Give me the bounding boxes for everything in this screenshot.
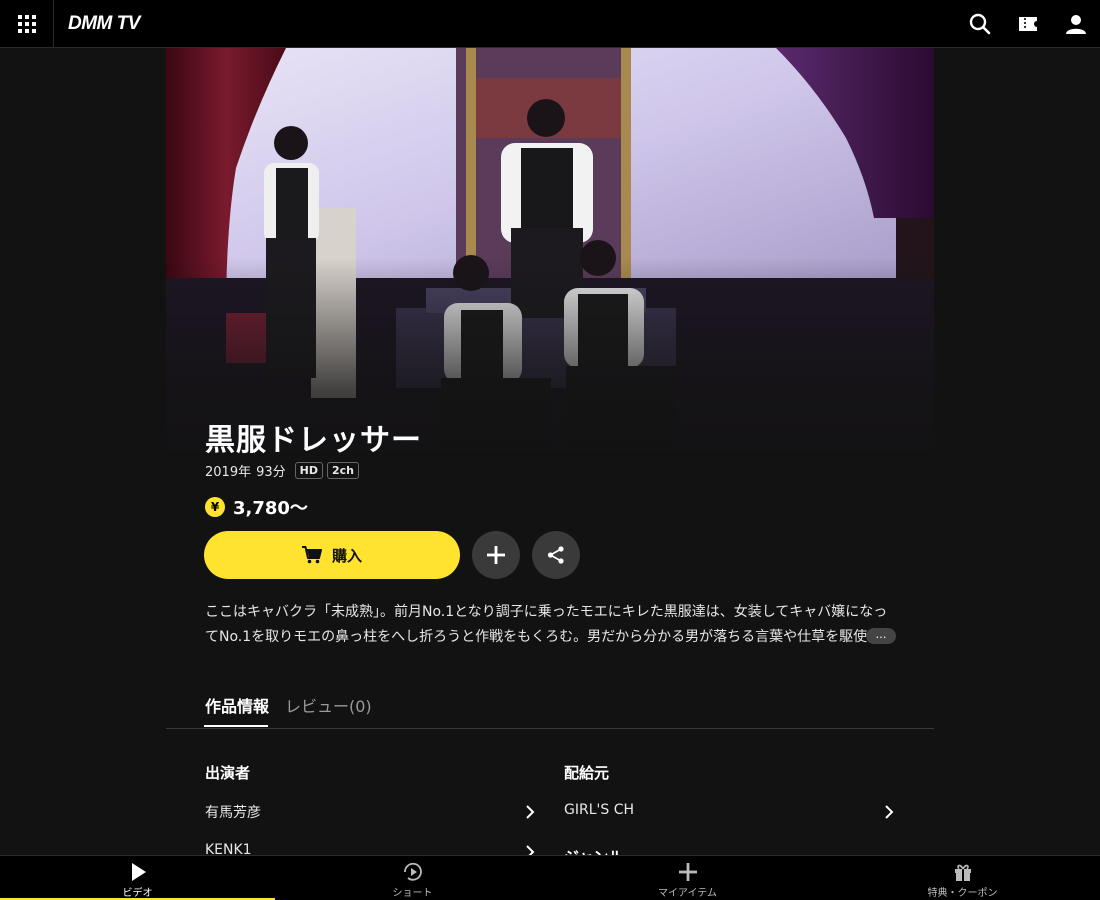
cast-name: 有馬芳彦 <box>205 805 261 821</box>
buy-button[interactable]: 購入 <box>204 531 460 579</box>
video-title: 黒服ドレッサー <box>205 423 422 458</box>
chevron-right-icon <box>526 805 535 819</box>
distributor-name: GIRL'S CH <box>564 802 634 818</box>
add-to-list-button[interactable] <box>472 531 520 579</box>
detail-tabs: 作品情報 レビュー(0) <box>166 685 934 729</box>
nav-video[interactable]: ビデオ <box>0 856 275 900</box>
duration: 93分 <box>256 465 286 480</box>
dmm-tv-logo[interactable]: DMM TV <box>68 13 140 35</box>
tab-info[interactable]: 作品情報 <box>205 693 269 717</box>
share-icon <box>547 546 564 564</box>
cast-heading: 出演者 <box>205 764 251 782</box>
price-value: 3,780〜 <box>233 498 308 519</box>
cart-icon <box>301 546 322 564</box>
audio-badge: 2ch <box>326 462 359 479</box>
release-year: 2019年 <box>205 465 252 480</box>
bottom-navigation: ビデオ ショート マイアイテム 特典・クーポン <box>0 855 1100 900</box>
price-row: ¥ 3,780〜 <box>205 494 308 520</box>
hd-badge: HD <box>294 462 323 479</box>
yen-icon: ¥ <box>205 497 225 517</box>
nav-label: ビデオ <box>122 888 153 899</box>
top-bar: DMM TV <box>0 0 1100 48</box>
active-tab-indicator <box>204 725 268 727</box>
account-icon[interactable] <box>1064 12 1088 36</box>
distributor-heading: 配給元 <box>564 764 610 782</box>
nav-label: マイアイテム <box>658 888 717 899</box>
buy-label: 購入 <box>331 546 362 565</box>
play-icon <box>132 863 146 881</box>
cast-item[interactable]: 有馬芳彦 <box>205 802 535 824</box>
share-button[interactable] <box>532 531 580 579</box>
nav-my-items[interactable]: マイアイテム <box>550 856 825 900</box>
search-icon[interactable] <box>968 12 992 36</box>
plus-icon <box>487 546 505 564</box>
short-play-icon <box>404 862 422 881</box>
hero-image <box>166 48 934 478</box>
tab-reviews[interactable]: レビュー(0) <box>285 693 372 717</box>
distributor-item[interactable]: GIRL'S CH <box>564 802 894 824</box>
expand-description-button[interactable]: … <box>866 628 896 644</box>
plus-icon <box>679 863 697 881</box>
video-description: ここはキャバクラ「未成熟」。前月No.1となり調子に乗ったモエにキレた黒服達は、… <box>205 604 888 645</box>
nav-short[interactable]: ショート <box>275 856 550 900</box>
ticket-icon[interactable] <box>1016 12 1040 36</box>
app-menu-grid-icon[interactable] <box>0 0 54 48</box>
chevron-right-icon <box>885 805 894 819</box>
gift-icon <box>955 864 971 881</box>
nav-perks-coupons[interactable]: 特典・クーポン <box>825 856 1100 900</box>
video-meta: 2019年 93分 HD 2ch <box>205 461 359 480</box>
nav-label: ショート <box>392 888 433 899</box>
nav-label: 特典・クーポン <box>927 888 998 899</box>
